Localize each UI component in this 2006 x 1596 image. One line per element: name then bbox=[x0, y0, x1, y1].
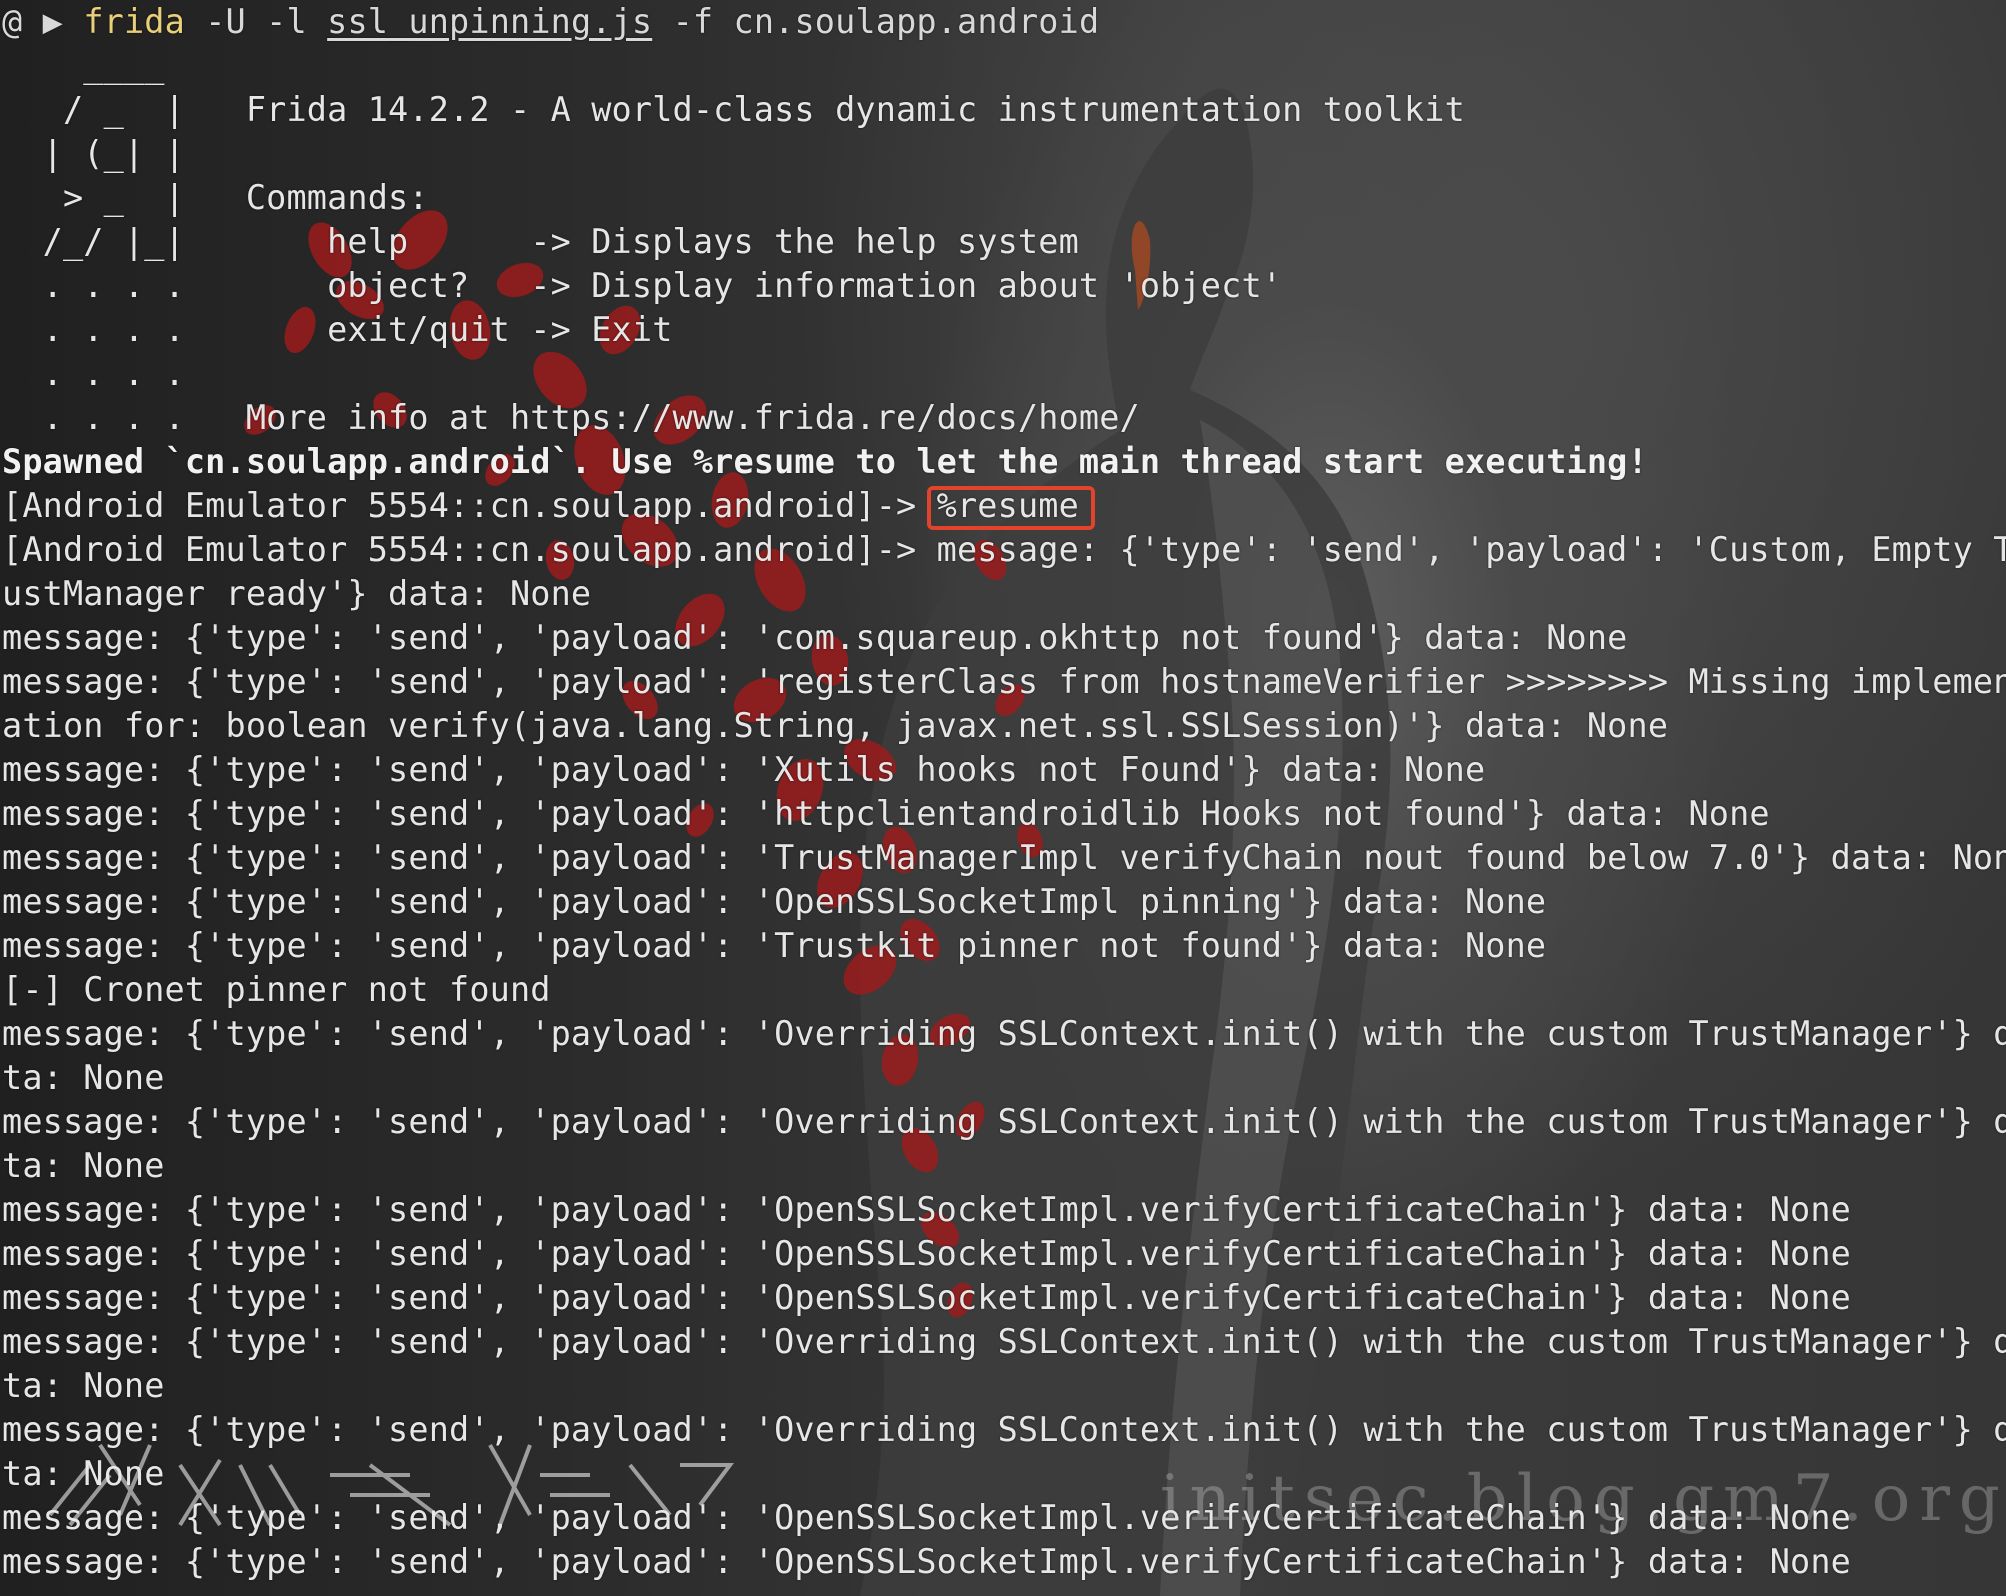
output-line: ta: None bbox=[2, 1146, 165, 1185]
banner-line: . . . . exit/quit -> Exit bbox=[2, 310, 673, 349]
output-line: message: {'type': 'send', 'payload': 're… bbox=[2, 662, 2006, 701]
output-line: message: {'type': 'send', 'payload': 'Ov… bbox=[2, 1322, 2006, 1361]
output-line: message: {'type': 'send', 'payload': 'ht… bbox=[2, 794, 1770, 833]
banner-line: . . . . bbox=[2, 354, 185, 393]
terminal-output[interactable]: @ ▶ frida -U -l ssl_unpinning.js -f cn.s… bbox=[2, 0, 2006, 1584]
output-line: message: {'type': 'send', 'payload': 'Ov… bbox=[2, 1102, 2006, 1141]
output-line: message: {'type': 'send', 'payload': 'Op… bbox=[2, 882, 1547, 921]
output-line: [-] Cronet pinner not found bbox=[2, 970, 551, 1009]
output-line: message: {'type': 'send', 'payload': 'Xu… bbox=[2, 750, 1486, 789]
watermark-text: initsec.blog.gm7.org bbox=[1160, 1462, 2006, 1536]
output-line: ation for: boolean verify(java.lang.Stri… bbox=[2, 706, 1669, 745]
prompt-icon: @ bbox=[2, 2, 23, 41]
spawned-message: Spawned `cn.soulapp.android`. Use %resum… bbox=[2, 442, 1648, 481]
banner-line: | (_| | bbox=[2, 134, 185, 173]
output-line: message: {'type': 'send', 'payload': 'Ov… bbox=[2, 1014, 2006, 1053]
output-line: message: {'type': 'send', 'payload': 'Tr… bbox=[2, 926, 1547, 965]
command-name: frida bbox=[83, 2, 185, 41]
command-args: -U -l bbox=[184, 2, 328, 41]
output-line: [Android Emulator 5554::cn.soulapp.andro… bbox=[2, 530, 2006, 569]
watermark-logo bbox=[48, 1443, 734, 1527]
banner-line: ____ bbox=[2, 46, 165, 85]
chevron-right-icon: ▶ bbox=[42, 2, 63, 41]
banner-line: / _ | Frida 14.2.2 - A world-class dynam… bbox=[2, 90, 1465, 129]
script-file-link[interactable]: ssl_unpinning.js bbox=[327, 2, 652, 41]
output-line: message: {'type': 'send', 'payload': 'Op… bbox=[2, 1234, 1852, 1273]
output-line: message: {'type': 'send', 'payload': 'co… bbox=[2, 618, 1628, 657]
resume-prompt-line: [Android Emulator 5554::cn.soulapp.andro… bbox=[2, 484, 2006, 530]
terminal-window[interactable]: @ ▶ frida -U -l ssl_unpinning.js -f cn.s… bbox=[0, 0, 2006, 1596]
command-args-tail: -f cn.soulapp.android bbox=[652, 2, 1100, 41]
banner-line: > _ | Commands: bbox=[2, 178, 429, 217]
command-line: @ ▶ frida -U -l ssl_unpinning.js -f cn.s… bbox=[2, 0, 2006, 44]
resume-command-highlight: %resume bbox=[926, 484, 1096, 530]
output-line: message: {'type': 'send', 'payload': 'Tr… bbox=[2, 838, 2006, 877]
banner-line: . . . . object? -> Display information a… bbox=[2, 266, 1283, 305]
output-line: message: {'type': 'send', 'payload': 'Op… bbox=[2, 1190, 1852, 1229]
repl-prompt: [Android Emulator 5554::cn.soulapp.andro… bbox=[2, 486, 937, 525]
output-line: ustManager ready'} data: None bbox=[2, 574, 592, 613]
output-line: message: {'type': 'send', 'payload': 'Op… bbox=[2, 1278, 1852, 1317]
banner-line: /_/ |_| help -> Displays the help system bbox=[2, 222, 1079, 261]
output-line: ta: None bbox=[2, 1058, 165, 1097]
output-line: ta: None bbox=[2, 1366, 165, 1405]
banner-line: . . . . More info at https://www.frida.r… bbox=[2, 398, 1140, 437]
